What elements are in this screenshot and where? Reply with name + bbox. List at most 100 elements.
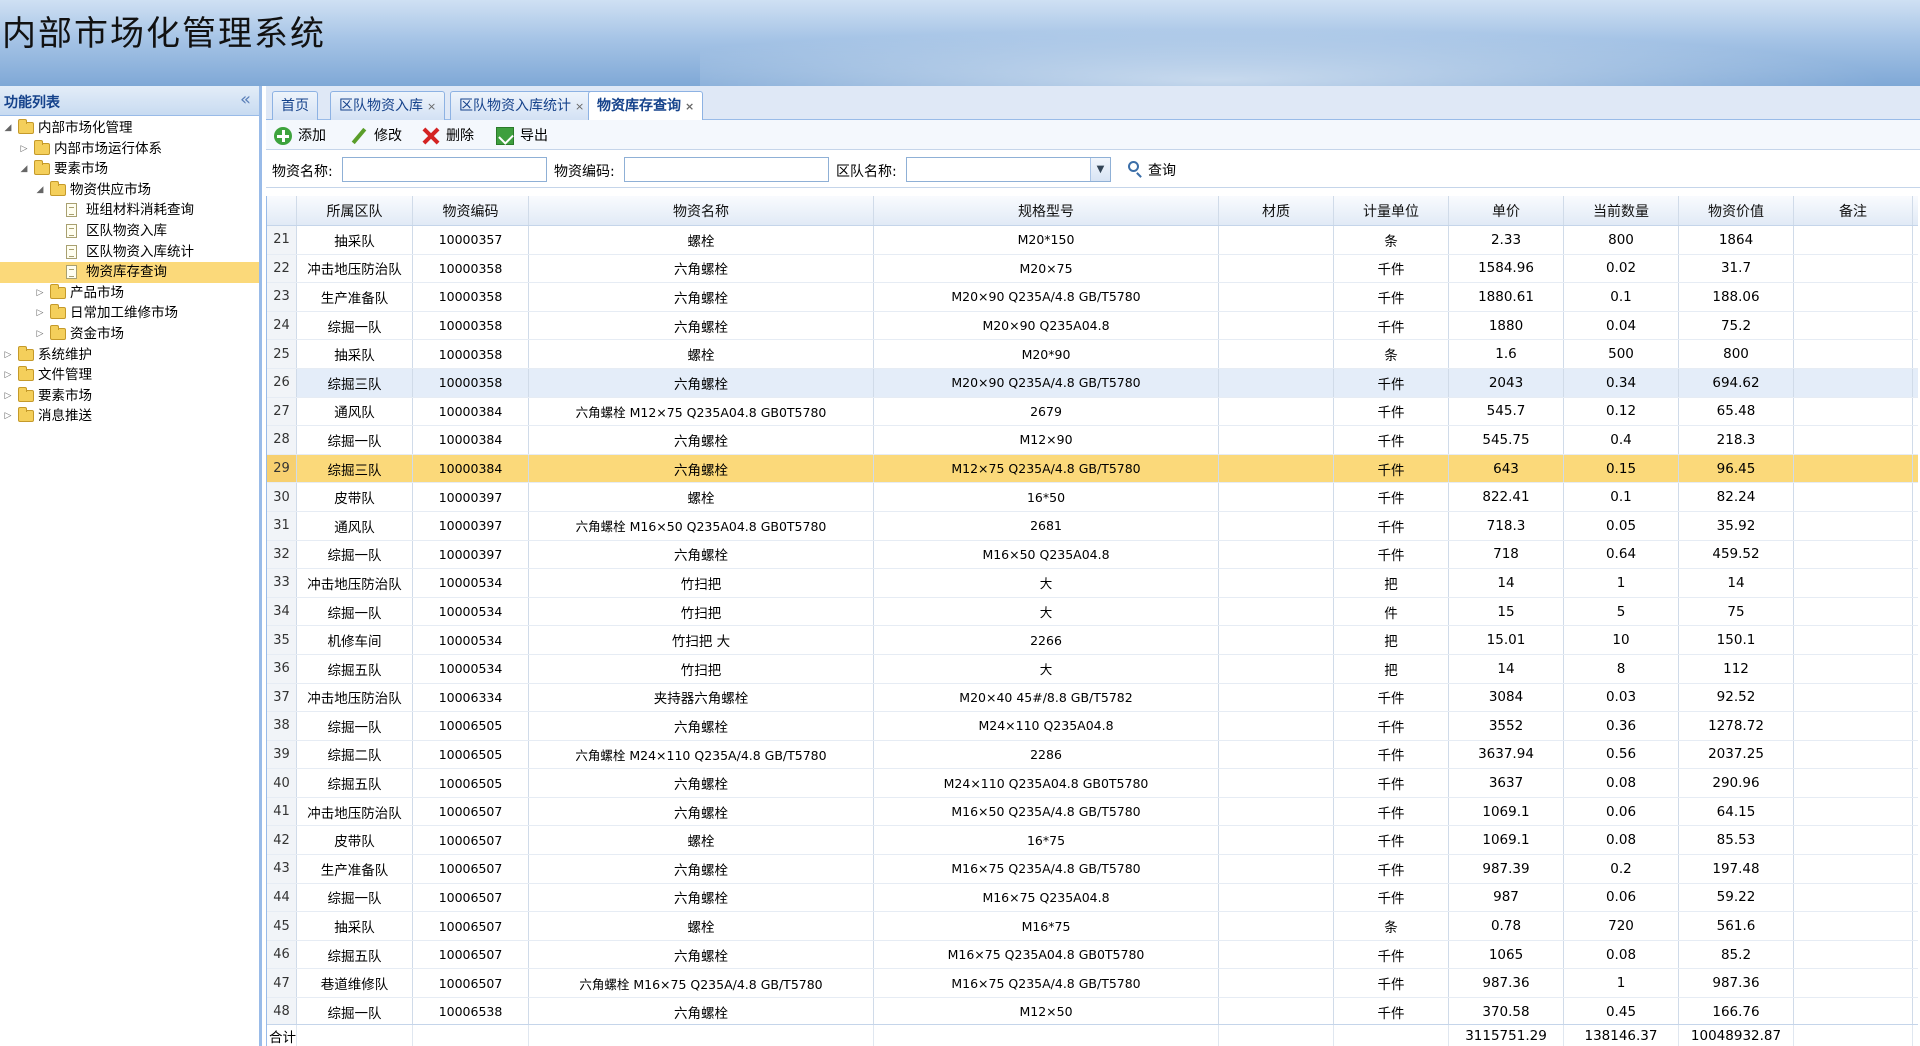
table-row[interactable]: 33 冲击地压防治队 10000534 竹扫把大把 14 1 14 (267, 569, 1918, 598)
table-row[interactable]: 22 冲击地压防治队 10000358 六角螺栓 M20×75 千件 1584.96 0.02… (267, 254, 1918, 284)
table-row[interactable]: 36 综掘五队 10000534 竹扫把大 把 14 8 112 (267, 654, 1918, 684)
tab-label: 区队物资入库统计 (459, 98, 571, 114)
table-row[interactable]: 37 冲击地压防治队 10006334 夹持器六角螺栓 M20×40 45#/8.8 G… (267, 683, 1918, 713)
table-cell: 六角螺栓 M16×75 Q235A/4.8 GB/T5780 (529, 969, 874, 998)
table-row[interactable]: 48 综掘一队 10006538 六角螺栓 M12×50 千件 370.58 0.45 166.… (267, 998, 1918, 1027)
table-cell: 大 (874, 654, 1219, 683)
table-row[interactable]: 26 综掘三队 10000358 六角螺栓 M20×90 Q235A/4.8 GB/T5… (267, 368, 1918, 398)
tree-item[interactable]: ▷ 日常加工维修市场 (0, 303, 259, 324)
table-row[interactable]: 21 抽采队 10000357 螺栓 M20*150 条 2.33 800 1864 (267, 226, 1918, 255)
collapsed-arrow-icon[interactable]: ▷ (34, 324, 46, 345)
collapsed-arrow-icon[interactable]: ▷ (2, 406, 14, 427)
table-row[interactable]: 23 生产准备队 10000358 六角螺栓 M20×90 Q235A/4.8 GB/T… (267, 283, 1918, 312)
tab[interactable]: 首页 (272, 91, 318, 120)
column-header[interactable]: 物资价值 (1679, 196, 1794, 225)
table-cell: 14 (1449, 569, 1564, 597)
tree-item[interactable]: ◢ 物资供应市场 (0, 180, 259, 201)
column-header[interactable]: 备注 (1794, 196, 1913, 225)
material-code-input[interactable] (624, 157, 829, 182)
table-cell: 92.52 (1679, 683, 1794, 712)
tree-item[interactable]: 区队物资入库统计 (0, 242, 259, 263)
tree-item[interactable]: ▷ 内部市场运行体系 (0, 139, 259, 160)
table-row[interactable]: 34 综掘一队 10000534 竹扫把大 件 15 5 75 (267, 597, 1918, 627)
table-cell: 0.04 (1564, 311, 1679, 340)
table-row[interactable]: 28 综掘一队 10000384 六角螺栓 M12×90 千件 545.75 0.4 218.3 (267, 426, 1918, 455)
table-cell: 10000358 (413, 283, 529, 311)
collapse-sidebar-icon[interactable]: « (240, 89, 251, 110)
tree-item-label: 班组材料消耗查询 (86, 202, 194, 219)
table-row[interactable]: 43 生产准备队 10006507 六角螺栓 M16×75 Q235A/4.8 GB/T… (267, 855, 1918, 884)
tab[interactable]: 物资库存查询 × (588, 91, 704, 121)
tree-item[interactable]: ▷ 消息推送 (0, 406, 259, 427)
table-cell (1219, 511, 1334, 540)
tree-item[interactable]: ▷ 要素市场 (0, 386, 259, 407)
edit-button[interactable]: 修改 (350, 126, 402, 146)
column-header[interactable]: 当前数量 (1564, 196, 1679, 225)
table-cell: 竹扫把 (529, 569, 874, 597)
table-row[interactable]: 29 综掘三队 10000384 六角螺栓 M12×75 Q235A/4.8 GB/T5… (267, 454, 1918, 484)
close-tab-icon[interactable]: × (575, 100, 584, 113)
column-header[interactable]: 物资编码 (413, 196, 529, 225)
export-button[interactable]: 导出 (496, 126, 548, 146)
table-row[interactable]: 41 冲击地压防治队 10006507 六角螺栓 M16×50 Q235A/4.8 GB… (267, 797, 1918, 827)
collapsed-arrow-icon[interactable]: ▷ (2, 345, 14, 366)
chevron-down-icon[interactable]: ▼ (1090, 158, 1110, 181)
column-header[interactable]: 物资名称 (529, 196, 874, 225)
table-row[interactable]: 35 机修车间 10000534 竹扫把 大 2266 把 15.01 10 150.1 (267, 626, 1918, 655)
tree-item[interactable]: ◢ 要素市场 (0, 159, 259, 180)
tree-item[interactable]: ▷ 资金市场 (0, 324, 259, 345)
column-header[interactable]: 计量单位 (1334, 196, 1449, 225)
column-header[interactable] (267, 196, 297, 225)
collapsed-arrow-icon[interactable]: ▷ (2, 386, 14, 407)
column-header[interactable]: 单价 (1449, 196, 1564, 225)
collapsed-arrow-icon[interactable]: ▷ (18, 139, 30, 160)
column-header[interactable]: 所属区队 (297, 196, 413, 225)
tab[interactable]: 区队物资入库 × (330, 91, 446, 120)
expanded-arrow-icon[interactable]: ◢ (34, 180, 46, 201)
collapsed-arrow-icon[interactable]: ▷ (2, 365, 14, 386)
column-header[interactable]: 规格型号 (874, 196, 1219, 225)
tree-item[interactable]: 物资库存查询 (0, 262, 259, 283)
collapsed-arrow-icon[interactable]: ▷ (34, 303, 46, 324)
delete-button[interactable]: 删除 (422, 126, 474, 146)
team-name-select[interactable]: ▼ (906, 157, 1111, 182)
expanded-arrow-icon[interactable]: ◢ (18, 159, 30, 180)
table-row[interactable]: 24 综掘一队 10000358 六角螺栓 M20×90 Q235A04.8 千件 1880… (267, 311, 1918, 341)
table-row[interactable]: 44 综掘一队 10006507 六角螺栓 M16×75 Q235A04.8 千件 987 0… (267, 883, 1918, 913)
add-button[interactable]: 添加 (274, 126, 326, 146)
tab[interactable]: 区队物资入库统计 × (450, 91, 594, 120)
table-row[interactable]: 27 通风队 10000384 六角螺栓 M12×75 Q235A04.8 GB0T5… (267, 397, 1918, 427)
collapsed-arrow-icon[interactable]: ▷ (34, 283, 46, 304)
folder-icon (18, 366, 34, 382)
table-cell: M16×75 Q235A/4.8 GB/T5780 (874, 855, 1219, 883)
tree-item[interactable]: 班组材料消耗查询 (0, 200, 259, 221)
table-row[interactable]: 45 抽采队 10006507 螺栓 M16*75 条 0.78 720 561.6 (267, 912, 1918, 941)
table-cell: 千件 (1334, 540, 1449, 569)
tree-item[interactable]: ▷ 产品市场 (0, 283, 259, 304)
table-cell: 0.45 (1564, 998, 1679, 1026)
tree-item[interactable]: ◢ 内部市场化管理 (0, 118, 259, 139)
close-tab-icon[interactable]: × (685, 100, 694, 113)
expanded-arrow-icon[interactable]: ◢ (2, 118, 14, 139)
table-cell: 10006538 (413, 998, 529, 1026)
table-row[interactable]: 25 抽采队 10000358 螺栓 M20*90 条 1.6 500 800 (267, 340, 1918, 369)
tree-item[interactable]: ▷ 文件管理 (0, 365, 259, 386)
column-header[interactable]: 材质 (1219, 196, 1334, 225)
table-row[interactable]: 31 通风队 10000397 六角螺栓 M16×50 Q235A04.8 GB0T5… (267, 511, 1918, 541)
tree-item[interactable]: ▷ 系统维护 (0, 345, 259, 366)
close-tab-icon[interactable]: × (427, 100, 436, 113)
table-row[interactable]: 30 皮带队 10000397 螺栓 16*50 千件 822.41 0.1 82.24 (267, 483, 1918, 512)
query-button[interactable]: 查询 (1126, 160, 1176, 180)
table-cell: 竹扫把 (529, 597, 874, 626)
table-row[interactable]: 38 综掘一队 10006505 六角螺栓 M24×110 Q235A04.8 千件 355… (267, 712, 1918, 741)
tree-item-label: 产品市场 (70, 284, 124, 301)
table-row[interactable]: 32 综掘一队 10000397 六角螺栓 M16×50 Q235A04.8 千件 718 0… (267, 540, 1918, 570)
tree-item[interactable]: 区队物资入库 (0, 221, 259, 242)
table-row[interactable]: 40 综掘五队 10006505 六角螺栓 M24×110 Q235A04.8 GB0T… (267, 769, 1918, 798)
table-row[interactable]: 46 综掘五队 10006507 六角螺栓 M16×75 Q235A04.8 GB0T5… (267, 940, 1918, 970)
table-row[interactable]: 39 综掘二队 10006505 六角螺栓 M24×110 Q235A/4.8 GB/… (267, 740, 1918, 770)
table-cell: 0.1 (1564, 483, 1679, 511)
table-row[interactable]: 47 巷道维修队 10006507 六角螺栓 M16×75 Q235A/4.8 GB/… (267, 969, 1918, 999)
table-row[interactable]: 42 皮带队 10006507 螺栓 16*75 千件 1069.1 0.08 85.53 (267, 826, 1918, 856)
material-name-input[interactable] (342, 157, 547, 182)
